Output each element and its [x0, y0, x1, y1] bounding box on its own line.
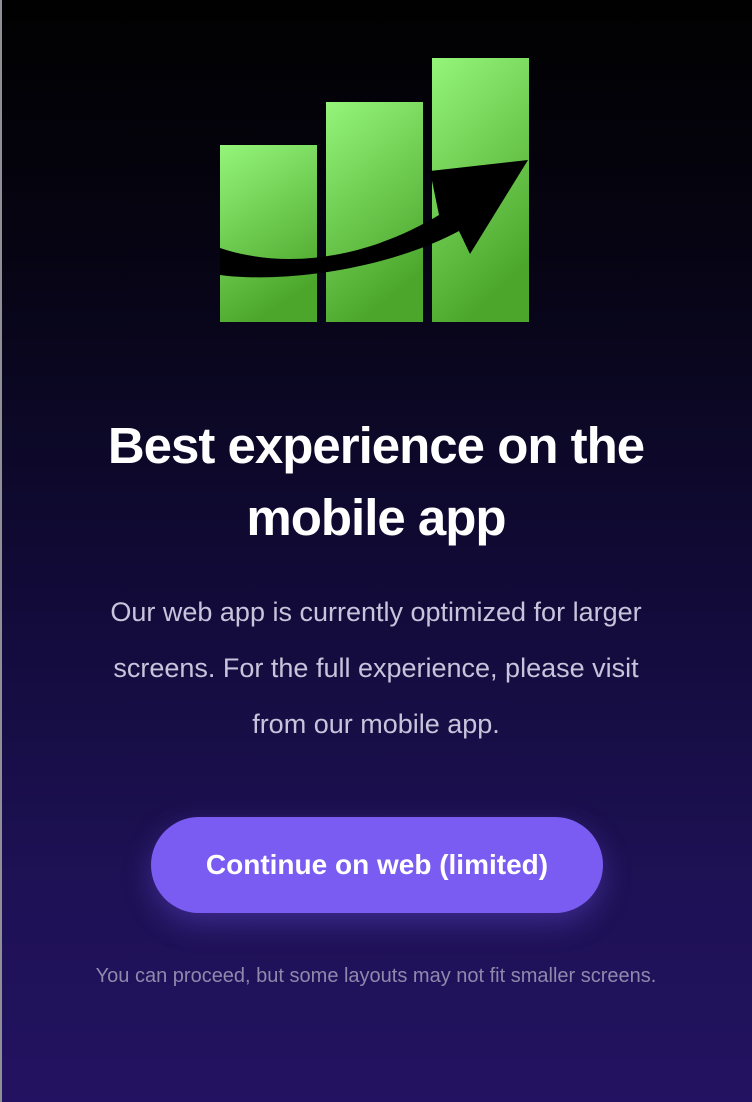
page-title: Best experience on the mobile app: [107, 417, 645, 546]
left-edge-divider: [0, 0, 2, 1102]
description-text: Our web app is currently optimized for l…: [110, 597, 642, 739]
footnote-text: You can proceed, but some layouts may no…: [95, 965, 657, 987]
growth-chart-icon: [220, 58, 529, 322]
logo-bar-medium: [326, 102, 423, 322]
continue-on-web-button[interactable]: Continue on web (limited): [151, 817, 603, 913]
logo-bar-short: [220, 145, 317, 322]
